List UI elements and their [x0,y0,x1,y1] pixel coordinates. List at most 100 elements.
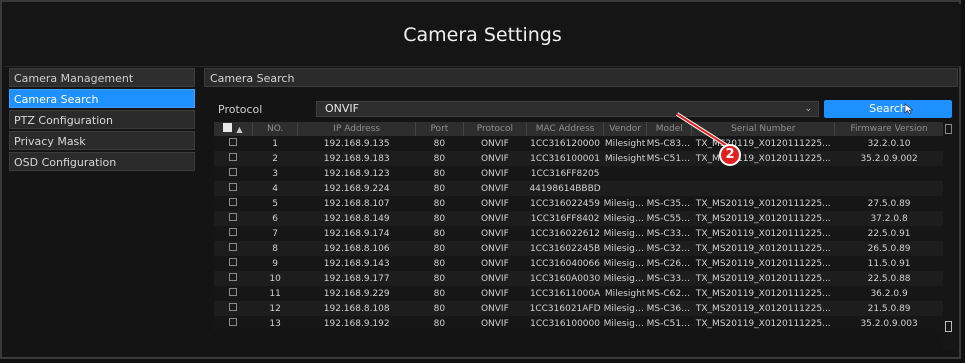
row-select-cell[interactable] [214,256,253,271]
column-header-protocol[interactable]: Protocol [463,122,528,136]
cell-serial-number: TX_MS20119_X0120111225... [695,318,831,329]
row-checkbox[interactable] [229,198,238,206]
row-checkbox[interactable] [229,153,238,161]
cell-port: 80 [433,198,446,209]
cell-no: 8 [272,243,279,254]
table-row[interactable]: 10 192.168.9.177 80 ONVIF 1CC3160A0030 Milesi… [214,271,944,286]
row-select-cell[interactable] [214,166,253,181]
protocol-select[interactable]: ONVIF ⌄ [316,101,819,117]
row-select-cell[interactable] [214,211,253,226]
sidebar-header-camera-management: Camera Management [9,68,195,87]
cell-no: 9 [272,258,279,269]
table-row[interactable]: 13 192.168.9.192 80 ONVIF 1CC316100000 Milesi… [214,316,944,331]
cell-firmware-version: 26.5.0.89 [867,243,911,254]
table-row[interactable]: 6 192.168.8.149 80 ONVIF 1CC316FF8402 Milesig… [214,211,944,226]
cell-vendor: Milesight ... [603,198,647,209]
select-all-header[interactable]: ▲ [214,122,253,136]
column-header-vendor[interactable]: Vendor [603,122,648,136]
cell-firmware-version: 27.5.0.89 [867,198,911,209]
column-header-serial-number[interactable]: Serial Number [691,122,836,136]
cell-ip-address: 192.168.9.174 [323,228,390,239]
table-scrollbar[interactable] [943,122,955,350]
cell-model: MS-C8367 [646,138,692,149]
cell-model: MS-C2651 [646,258,692,269]
cell-mac-address: 1CC316100000 [530,318,600,329]
sidebar-item-osd-configuration[interactable]: OSD Configuration [9,152,195,171]
column-header-mac-address[interactable]: MAC Address [526,122,605,136]
cell-serial-number: TX_MS20119_X0120111225... [695,288,831,299]
row-select-cell[interactable] [214,196,253,211]
cell-firmware-version: 32.2.0.10 [867,138,911,149]
row-select-cell[interactable] [214,286,253,301]
column-header-model[interactable]: Model [646,122,693,136]
table-row[interactable]: 9 192.168.9.143 80 ONVIF 1CC316040066 Milesig… [214,256,944,271]
row-checkbox[interactable] [229,318,238,326]
table-row[interactable]: 4 192.168.9.224 80 ONVIF 44198614BBBD [214,181,944,196]
cell-model: MS-C5162 [646,153,692,164]
column-header-port[interactable]: Port [415,122,464,136]
row-checkbox[interactable] [229,288,238,296]
row-select-cell[interactable] [214,136,253,151]
cell-no: 11 [269,288,281,299]
scrollbar-top[interactable] [945,124,952,134]
row-checkbox[interactable] [229,183,238,191]
cell-ip-address: 192.168.8.149 [323,213,390,224]
row-checkbox[interactable] [229,273,238,281]
scrollbar-thumb[interactable] [945,321,952,332]
cell-no: 12 [269,303,281,314]
sort-up-icon[interactable]: ▲ [236,125,242,134]
cell-mac-address: 1CC316021AFD [529,303,601,314]
row-select-cell[interactable] [214,226,253,241]
row-checkbox[interactable] [229,243,238,251]
cell-protocol: ONVIF [480,168,509,179]
table-row[interactable]: 12 192.168.8.108 80 ONVIF 1CC316021AFD Milesi… [214,301,944,316]
table-row[interactable]: 11 192.168.9.229 80 ONVIF 1CC31611000A Milesi… [214,286,944,301]
row-checkbox[interactable] [229,213,238,221]
search-button[interactable]: Search [824,100,952,118]
cell-mac-address: 1CC316100001 [530,153,600,164]
cell-no: 3 [272,168,279,179]
sidebar-item-privacy-mask[interactable]: Privacy Mask [9,131,195,150]
cell-no: 1 [272,138,279,149]
row-select-cell[interactable] [214,151,253,166]
table-row[interactable]: 2 192.168.9.183 80 ONVIF 1CC316100001 Milesig… [214,151,944,166]
table-row[interactable]: 5 192.168.8.107 80 ONVIF 1CC316022459 Milesig… [214,196,944,211]
cell-ip-address: 192.168.8.107 [323,198,390,209]
row-select-cell[interactable] [214,241,253,256]
cell-no: 7 [272,228,279,239]
select-all-checkbox[interactable] [223,123,233,132]
cell-firmware-version: 36.2.0.9 [870,288,908,299]
table-row[interactable]: 7 192.168.9.174 80 ONVIF 1CC316022612 Milesig… [214,226,944,241]
cell-ip-address: 192.168.9.135 [323,138,390,149]
row-checkbox[interactable] [229,168,238,176]
cell-firmware-version: 35.2.0.9.002 [860,153,918,164]
cell-ip-address: 192.168.9.224 [323,183,390,194]
sidebar-item-camera-search[interactable]: Camera Search [9,89,195,108]
column-header-no[interactable]: NO. [252,122,299,136]
cell-port: 80 [433,243,446,254]
sidebar-item-ptz-configuration[interactable]: PTZ Configuration [9,110,195,129]
cell-port: 80 [433,258,446,269]
row-select-cell[interactable] [214,301,253,316]
cell-model: MS-C3566 [646,198,692,209]
row-checkbox[interactable] [229,258,238,266]
table-row[interactable]: 8 192.168.8.106 80 ONVIF 1CC31602245B Milesig… [214,241,944,256]
row-select-cell[interactable] [214,316,253,331]
row-select-cell[interactable] [214,271,253,286]
row-checkbox[interactable] [229,228,238,236]
column-header-ip-address[interactable]: IP Address [297,122,417,136]
row-checkbox[interactable] [229,138,238,146]
cell-vendor [604,166,647,181]
column-header-firmware-version[interactable]: Firmware Version [834,122,944,136]
cell-firmware-version: 35.2.0.9.003 [860,318,918,329]
table-row[interactable]: 3 192.168.9.123 80 ONVIF 1CC316FF8205 [214,166,944,181]
cell-model: MS-C3366 [646,228,692,239]
cell-ip-address: 192.168.9.192 [323,318,390,329]
table-row[interactable]: 1 192.168.9.135 80 ONVIF 1CC316120000 Milesig… [214,136,944,151]
cell-model: MS-C5162 [646,318,692,329]
row-select-cell[interactable] [214,181,253,196]
cell-mac-address: 1CC316FF8205 [530,168,600,179]
cell-vendor: Milesight ... [603,213,647,224]
row-checkbox[interactable] [229,303,238,311]
cell-port: 80 [433,153,446,164]
